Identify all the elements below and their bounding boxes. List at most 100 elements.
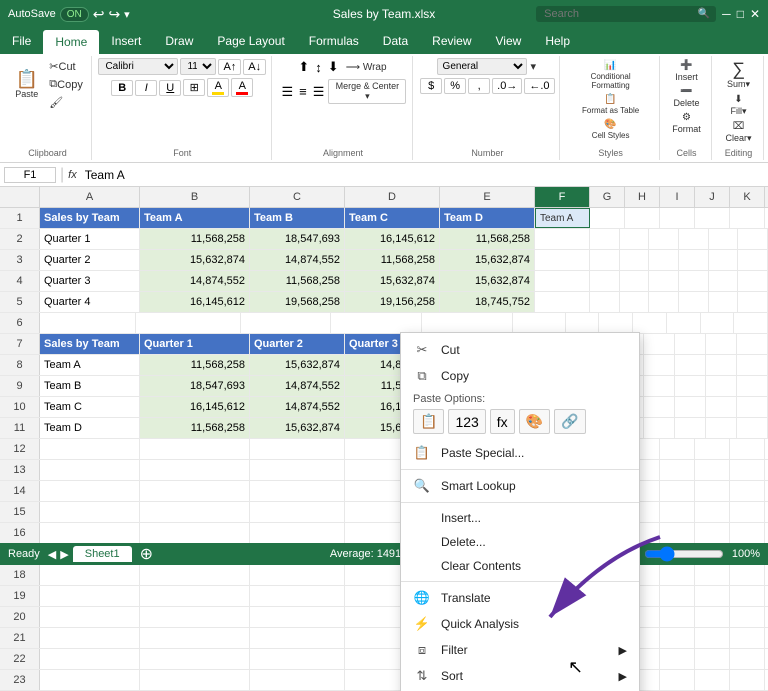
minimize-icon[interactable]: ─ (722, 7, 731, 21)
cell-B9[interactable]: 18,547,693 (140, 376, 250, 396)
cell-13-9[interactable] (695, 460, 730, 480)
cm-paste-special[interactable]: 📋 Paste Special... (401, 440, 639, 466)
borders-button[interactable]: ⊞ (183, 79, 205, 96)
cell-J9[interactable] (675, 376, 706, 396)
cell-14-8[interactable] (660, 481, 695, 501)
cell-19-1[interactable] (140, 586, 250, 606)
cell-I6[interactable] (633, 313, 667, 333)
cell-C2[interactable]: 18,547,693 (250, 229, 345, 249)
format-table-button[interactable]: 📋 Format as Table (579, 92, 642, 117)
cell-20-0[interactable] (40, 607, 140, 627)
cm-delete[interactable]: Delete... (401, 530, 639, 554)
cell-21-10[interactable] (730, 628, 765, 648)
cell-J4[interactable] (679, 271, 709, 291)
col-header-E[interactable]: E (440, 187, 535, 207)
cell-16-9[interactable] (695, 523, 730, 543)
cell-16-2[interactable] (250, 523, 345, 543)
cell-D5[interactable]: 19,156,258 (345, 292, 440, 312)
cell-A5[interactable]: Quarter 4 (40, 292, 140, 312)
cell-14-1[interactable] (140, 481, 250, 501)
cell-H6[interactable] (599, 313, 633, 333)
cell-K5[interactable] (709, 292, 739, 312)
cell-C5[interactable]: 19,568,258 (250, 292, 345, 312)
cell-K3[interactable] (709, 250, 739, 270)
cell-L8[interactable] (737, 355, 768, 375)
align-top-button[interactable]: ⬆ (296, 58, 311, 76)
decrease-font-button[interactable]: A↓ (243, 59, 266, 75)
cell-C11[interactable]: 15,632,874 (250, 418, 345, 438)
cell-I8[interactable] (644, 355, 675, 375)
paste-button[interactable]: 📋 Paste (9, 68, 44, 101)
cell-E4[interactable]: 15,632,874 (440, 271, 535, 291)
cell-I10[interactable] (644, 397, 675, 417)
col-header-F[interactable]: F (535, 187, 590, 207)
cell-22-0[interactable] (40, 649, 140, 669)
format-cells-ribbon-button[interactable]: ⚙ Format (669, 110, 704, 136)
cell-D1[interactable]: Team C (345, 208, 440, 228)
cell-B10[interactable]: 16,145,612 (140, 397, 250, 417)
cell-16-1[interactable] (140, 523, 250, 543)
cell-F1[interactable]: Team A (535, 208, 590, 228)
cell-22-10[interactable] (730, 649, 765, 669)
cell-J8[interactable] (675, 355, 706, 375)
cell-19-0[interactable] (40, 586, 140, 606)
cell-E1[interactable]: Team D (440, 208, 535, 228)
align-center-button[interactable]: ≡ (297, 83, 309, 100)
cell-I4[interactable] (649, 271, 679, 291)
cell-23-9[interactable] (695, 670, 730, 690)
cell-J5[interactable] (679, 292, 709, 312)
cell-I1[interactable] (660, 208, 695, 228)
cell-J3[interactable] (679, 250, 709, 270)
tab-home[interactable]: Home (43, 30, 99, 54)
cell-H2[interactable] (620, 229, 650, 249)
sum-button[interactable]: ∑ Sum▾ (724, 58, 753, 92)
cell-J1[interactable] (695, 208, 730, 228)
cell-I9[interactable] (644, 376, 675, 396)
cut-button[interactable]: ✂ Cut (46, 58, 86, 75)
search-input[interactable] (536, 6, 716, 22)
col-header-A[interactable]: A (40, 187, 140, 207)
cell-A8[interactable]: Team A (40, 355, 140, 375)
cell-K1[interactable] (730, 208, 765, 228)
cell-14-0[interactable] (40, 481, 140, 501)
cell-A7[interactable]: Sales by Team (40, 334, 140, 354)
col-header-H[interactable]: H (625, 187, 660, 207)
cell-K6[interactable] (701, 313, 735, 333)
cell-K10[interactable] (706, 397, 737, 417)
cell-23-10[interactable] (730, 670, 765, 690)
cell-L7[interactable] (737, 334, 768, 354)
tab-page-layout[interactable]: Page Layout (205, 28, 296, 54)
cell-I7[interactable] (644, 334, 675, 354)
cell-15-1[interactable] (140, 502, 250, 522)
cell-B7[interactable]: Quarter 1 (140, 334, 250, 354)
cell-L2[interactable] (738, 229, 768, 249)
paste-formula-button[interactable]: fx (490, 409, 515, 434)
cell-B5[interactable]: 16,145,612 (140, 292, 250, 312)
cell-B4[interactable]: 14,874,552 (140, 271, 250, 291)
cell-C10[interactable]: 14,874,552 (250, 397, 345, 417)
cell-reference-input[interactable] (4, 167, 56, 183)
cm-insert[interactable]: Insert... (401, 506, 639, 530)
wrap-text-button[interactable]: ⟶ Wrap (343, 61, 390, 74)
italic-button[interactable]: I (135, 80, 157, 96)
cell-15-0[interactable] (40, 502, 140, 522)
redo-icon[interactable]: ↪ (108, 6, 120, 23)
cell-14-2[interactable] (250, 481, 345, 501)
zoom-slider[interactable] (644, 546, 724, 562)
cell-I2[interactable] (649, 229, 679, 249)
quick-access-more[interactable]: ▾ (124, 8, 130, 21)
cell-21-1[interactable] (140, 628, 250, 648)
cell-F6[interactable] (513, 313, 566, 333)
cell-20-9[interactable] (695, 607, 730, 627)
cell-C8[interactable]: 15,632,874 (250, 355, 345, 375)
cell-L11[interactable] (737, 418, 768, 438)
cell-A2[interactable]: Quarter 1 (40, 229, 140, 249)
font-name-select[interactable]: Calibri (98, 58, 178, 75)
cell-G1[interactable] (590, 208, 625, 228)
cell-20-1[interactable] (140, 607, 250, 627)
underline-button[interactable]: U (159, 80, 181, 96)
cell-I11[interactable] (644, 418, 675, 438)
cell-C9[interactable]: 14,874,552 (250, 376, 345, 396)
cell-14-9[interactable] (695, 481, 730, 501)
maximize-icon[interactable]: □ (737, 7, 744, 21)
